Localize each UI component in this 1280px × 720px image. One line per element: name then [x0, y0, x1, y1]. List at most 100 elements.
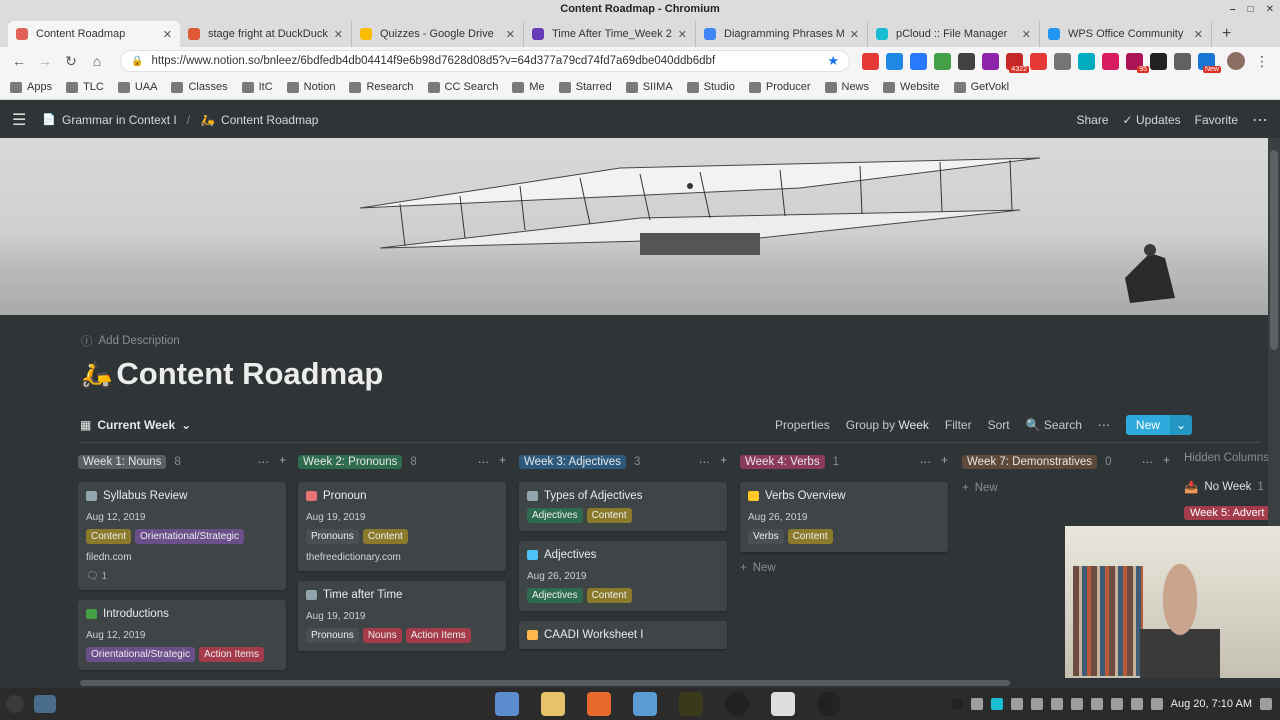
page-cover-image[interactable] — [0, 138, 1268, 315]
board-card[interactable]: Time after Time Aug 19, 2019 Pronouns Nouns… — [298, 581, 506, 651]
file-manager-icon[interactable] — [633, 692, 657, 716]
extension-icon[interactable] — [886, 52, 903, 70]
maximize-icon[interactable]: □ — [1248, 0, 1254, 19]
extension-icon[interactable]: New — [1198, 52, 1221, 73]
browser-tab[interactable]: pCloud :: File Manager ✕ — [868, 21, 1040, 47]
sort-button[interactable]: Sort — [988, 418, 1010, 432]
firefox-icon[interactable] — [587, 692, 611, 716]
extension-icon[interactable] — [862, 52, 879, 70]
clipboard-tray-icon[interactable] — [1030, 698, 1043, 710]
notes-app-icon[interactable] — [541, 692, 565, 716]
bookmark-item[interactable]: Notion — [286, 81, 335, 93]
new-dropdown-chevron-icon[interactable]: ⌄ — [1169, 415, 1192, 435]
close-tab-icon[interactable]: ✕ — [163, 28, 172, 41]
browser-menu-icon[interactable]: ⋮ — [1255, 53, 1269, 70]
bookmark-item[interactable]: Apps — [10, 81, 52, 93]
column-name[interactable]: Week 3: Adjectives — [519, 455, 626, 469]
obs-tray-icon[interactable] — [950, 698, 963, 710]
monitor-app-icon[interactable] — [679, 692, 703, 716]
extension-icon[interactable] — [1030, 52, 1047, 70]
power-tray-icon[interactable] — [1260, 698, 1272, 710]
share-button[interactable]: Share — [1077, 113, 1109, 127]
board-card[interactable]: Types of Adjectives Adjectives Content — [519, 482, 727, 531]
extension-icon[interactable] — [910, 52, 927, 70]
board-card[interactable]: Adjectives Aug 26, 2019 Adjectives Content — [519, 541, 727, 611]
extension-icon[interactable] — [1174, 52, 1191, 70]
breadcrumb-parent[interactable]: Grammar in Context I — [62, 113, 177, 127]
close-tab-icon[interactable]: ✕ — [334, 28, 343, 41]
new-tab-icon[interactable]: + — [1212, 21, 1241, 47]
bookmark-item[interactable]: GetVokl — [953, 81, 1009, 93]
extension-icon[interactable]: 4322 — [1006, 52, 1029, 73]
close-tab-icon[interactable]: ✕ — [506, 28, 515, 41]
board-card[interactable]: Pronoun Aug 19, 2019 Pronouns Content thefre… — [298, 482, 506, 571]
column-add-icon[interactable]: + — [1163, 455, 1170, 469]
extension-icon[interactable] — [958, 52, 975, 70]
desktop-icon[interactable] — [34, 695, 56, 713]
more-view-options-icon[interactable]: ⋯ — [1098, 418, 1110, 432]
card-link[interactable]: thefreedictionary.com — [306, 552, 498, 563]
more-options-icon[interactable]: ⋯ — [1252, 110, 1268, 130]
search-button[interactable]: 🔍 Search — [1026, 418, 1082, 432]
forward-arrow-icon[interactable]: → — [34, 53, 56, 69]
board-card[interactable]: Verbs Overview Aug 26, 2019 Verbs Content — [740, 482, 948, 552]
vertical-scrollbar-thumb[interactable] — [1270, 150, 1278, 350]
minimize-icon[interactable]: – — [1230, 0, 1236, 19]
profile-avatar[interactable] — [1227, 52, 1245, 70]
properties-button[interactable]: Properties — [775, 418, 830, 432]
column-more-icon[interactable]: ⋯ — [920, 455, 932, 469]
page-title[interactable]: 🛵 Content Roadmap — [80, 356, 383, 392]
home-icon[interactable]: ⌂ — [86, 53, 108, 69]
add-description-button[interactable]: ⓘ Add Description — [81, 333, 180, 349]
breadcrumb-current[interactable]: Content Roadmap — [221, 113, 318, 127]
bluetooth-tray-icon[interactable] — [1090, 698, 1103, 710]
bookmark-item[interactable]: Starred — [558, 81, 612, 93]
volume-tray-icon[interactable] — [1110, 698, 1123, 710]
extension-icon[interactable] — [982, 52, 999, 70]
column-name[interactable]: Week 4: Verbs — [740, 455, 825, 469]
extension-icon[interactable]: 95 — [1126, 52, 1149, 73]
column-add-icon[interactable]: + — [941, 455, 948, 469]
close-tab-icon[interactable]: ✕ — [1022, 28, 1031, 41]
check-tray-icon[interactable] — [970, 698, 983, 710]
view-selector[interactable]: ▦ Current Week ⌄ — [80, 418, 191, 432]
battery-tray-icon[interactable] — [1150, 698, 1163, 710]
bookmark-item[interactable]: Classes — [171, 81, 228, 93]
browser-tab[interactable]: Content Roadmap ✕ — [8, 21, 180, 47]
card-link[interactable]: filedn.com — [86, 552, 278, 563]
add-new-card-button[interactable]: + New — [740, 562, 948, 574]
favorite-button[interactable]: Favorite — [1195, 113, 1238, 127]
browser-tab[interactable]: Diagramming Phrases Ma ✕ — [696, 21, 868, 47]
address-bar[interactable]: 🔒 https://www.notion.so/bnleez/6bdfedb4d… — [120, 50, 850, 72]
shield-app-icon[interactable] — [771, 692, 795, 716]
obs-second-icon[interactable] — [817, 692, 841, 716]
sync-tray-icon[interactable] — [1010, 698, 1023, 710]
column-add-icon[interactable]: + — [720, 455, 727, 469]
network-tray-icon[interactable] — [1130, 698, 1143, 710]
column-name[interactable]: Week 1: Nouns — [78, 455, 167, 469]
extension-icon[interactable] — [1150, 52, 1167, 70]
close-tab-icon[interactable]: ✕ — [1194, 28, 1203, 41]
power-menu-icon[interactable] — [6, 695, 24, 713]
board-card[interactable]: Syllabus Review Aug 12, 2019 Content Orient… — [78, 482, 286, 590]
horizontal-scrollbar-thumb[interactable] — [80, 680, 1010, 686]
hidden-column-no-week[interactable]: 📥 No Week 1 — [1184, 480, 1268, 494]
new-button[interactable]: New — [1125, 415, 1170, 435]
bookmark-item[interactable]: TLC — [66, 81, 104, 93]
column-name[interactable]: Week 7: Demonstratives — [962, 455, 1098, 469]
pen-tray-icon[interactable] — [1070, 698, 1083, 710]
column-add-icon[interactable]: + — [499, 455, 506, 469]
sidebar-toggle-icon[interactable]: ☰ — [12, 110, 26, 130]
printer-tray-icon[interactable] — [1050, 698, 1063, 710]
bookmark-item[interactable]: ItC — [241, 81, 273, 93]
obs-icon[interactable] — [725, 692, 749, 716]
bookmark-item[interactable]: News — [824, 81, 869, 93]
bookmark-item[interactable]: UAA — [117, 81, 157, 93]
cloud-tray-icon[interactable] — [990, 698, 1003, 710]
bookmark-item[interactable]: CC Search — [427, 81, 498, 93]
bookmark-star-icon[interactable]: ★ — [827, 53, 839, 69]
chromium-icon[interactable] — [495, 692, 519, 716]
hidden-column-week5[interactable]: Week 5: Advert — [1184, 506, 1268, 520]
board-card[interactable]: Introductions Aug 12, 2019 Orientational/S… — [78, 600, 286, 670]
bookmark-item[interactable]: SIIMA — [625, 81, 673, 93]
